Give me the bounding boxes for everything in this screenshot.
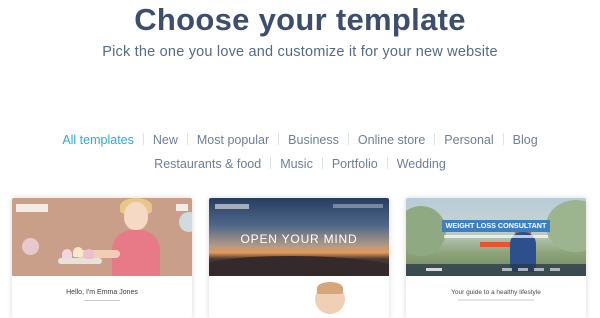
mountain-silhouette [209, 256, 389, 276]
nav-item [534, 268, 544, 271]
site-nav [333, 204, 383, 208]
cupcake-icon [84, 249, 94, 259]
cupcake-icon [73, 247, 83, 257]
template-card-open-your-mind[interactable]: OPEN YOUR MIND [209, 198, 389, 318]
site-logo [426, 268, 442, 271]
caption-underline [458, 299, 534, 301]
tree-foliage [406, 206, 446, 256]
site-logo [215, 204, 249, 209]
filter-music[interactable]: Music [271, 157, 322, 171]
template-headline: OPEN YOUR MIND [240, 232, 358, 246]
filter-online-store[interactable]: Online store [349, 133, 434, 147]
template-banner: WEIGHT LOSS CONSULTANT [442, 220, 550, 232]
nav-item [518, 268, 528, 271]
template-card-emma-jones[interactable]: Hello, I'm Emma Jones [12, 198, 192, 318]
banner-subtext [444, 235, 548, 238]
template-thumbnail: OPEN YOUR MIND [209, 198, 389, 276]
woman-face [124, 202, 148, 230]
filter-bar-row-2: Restaurants & food Music Portfolio Wedding [0, 157, 600, 171]
template-card-weight-loss-consultant[interactable]: WEIGHT LOSS CONSULTANT Your guide to a h… [406, 198, 586, 318]
page-subtitle: Pick the one you love and customize it f… [102, 44, 498, 60]
filter-new[interactable]: New [144, 133, 187, 147]
caption-underline [84, 300, 120, 301]
decorative-circle [22, 238, 39, 255]
filter-all-templates[interactable]: All templates [53, 133, 143, 147]
template-caption: Your guide to a healthy lifestyle [451, 289, 541, 296]
nav-item [550, 268, 560, 271]
filter-personal[interactable]: Personal [435, 133, 502, 147]
template-thumbnail: WEIGHT LOSS CONSULTANT [406, 198, 586, 276]
tree-foliage [546, 200, 586, 252]
template-caption: Hello, I'm Emma Jones [66, 289, 138, 296]
filter-most-popular[interactable]: Most popular [188, 133, 278, 147]
cupcake-icon [62, 249, 72, 259]
person-hair [317, 282, 343, 294]
filter-business[interactable]: Business [279, 133, 348, 147]
filter-wedding[interactable]: Wedding [388, 157, 455, 171]
filter-restaurants-food[interactable]: Restaurants & food [145, 157, 270, 171]
filter-portfolio[interactable]: Portfolio [323, 157, 387, 171]
decorative-circle [179, 212, 192, 232]
nav-item [502, 268, 512, 271]
site-logo [16, 204, 48, 212]
page-title: Choose your template [134, 2, 466, 37]
filter-bar-row-1: All templates New Most popular Business Onli… [0, 133, 600, 147]
template-thumbnail [12, 198, 192, 276]
banner-button [480, 242, 510, 247]
menu-icon [176, 204, 188, 211]
filter-blog[interactable]: Blog [504, 133, 547, 147]
